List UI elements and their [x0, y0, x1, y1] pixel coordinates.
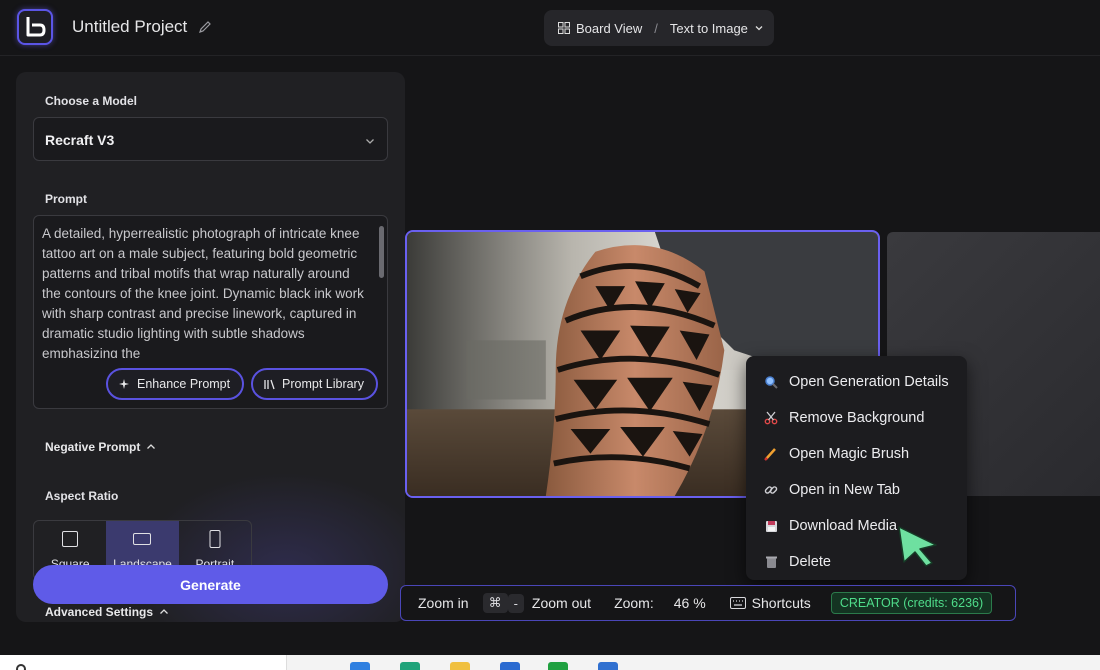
library-icon — [264, 379, 275, 389]
model-select[interactable]: Recraft V3 — [33, 117, 388, 161]
search-icon — [16, 664, 26, 670]
board-grid-icon — [558, 22, 570, 34]
board-view-link[interactable]: Board View — [576, 21, 642, 36]
menu-label: Delete — [789, 554, 831, 570]
canvas-toolbar: Zoom in ⌘ - Zoom out Zoom: 46 % Shortcut… — [400, 585, 1016, 621]
landscape-shape-icon — [133, 533, 152, 545]
enhance-prompt-button[interactable]: Enhance Prompt — [106, 368, 245, 400]
pointer-cursor-icon — [898, 526, 937, 567]
brush-icon — [763, 446, 779, 462]
square-shape-icon — [62, 531, 79, 547]
menu-label: Open Magic Brush — [789, 446, 910, 462]
menu-open-generation-details[interactable]: Open Generation Details — [746, 364, 967, 400]
menu-remove-background[interactable]: Remove Background — [746, 400, 967, 436]
generation-type-dropdown[interactable]: Text to Image — [670, 21, 748, 36]
taskbar-mail-icon[interactable] — [500, 662, 520, 670]
chevron-down-icon — [366, 139, 374, 144]
shortcuts-button[interactable]: Shortcuts — [752, 595, 811, 611]
magnifier-icon — [763, 374, 779, 390]
app-logo[interactable] — [17, 9, 53, 45]
taskbar-app-icon[interactable] — [350, 662, 370, 670]
menu-label: Download Media — [789, 518, 898, 534]
menu-open-magic-brush[interactable]: Open Magic Brush — [746, 436, 967, 472]
minus-key: - — [507, 593, 524, 613]
chevron-up-icon — [147, 444, 156, 449]
taskbar-search[interactable] — [0, 655, 287, 670]
negative-prompt-label: Negative Prompt — [45, 440, 141, 454]
trash-icon — [763, 554, 779, 570]
sparkle-icon — [119, 378, 129, 389]
prompt-text[interactable]: A detailed, hyperrealistic photograph of… — [42, 224, 372, 358]
menu-label: Open in New Tab — [789, 482, 900, 498]
taskbar-folder-icon[interactable] — [450, 662, 470, 670]
negative-prompt-toggle[interactable]: Negative Prompt — [45, 440, 156, 454]
zoom-in-button[interactable]: Zoom in — [418, 595, 469, 611]
advanced-settings-label: Advanced Settings — [45, 605, 154, 619]
prompt-textarea[interactable]: A detailed, hyperrealistic photograph of… — [33, 215, 388, 409]
logo-icon — [26, 17, 46, 37]
taskbar-chat-icon[interactable] — [548, 662, 568, 670]
plan-credits-badge[interactable]: CREATOR (credits: 6236) — [830, 592, 993, 614]
floppy-disk-icon — [763, 518, 779, 534]
prompt-scrollbar[interactable] — [379, 226, 384, 278]
chevron-up-icon — [160, 609, 168, 614]
generation-panel: Choose a Model Recraft V3 Prompt A detai… — [16, 72, 405, 622]
chevron-down-icon — [755, 26, 763, 31]
advanced-settings-toggle[interactable]: Advanced Settings — [45, 605, 169, 619]
menu-label: Remove Background — [789, 410, 925, 426]
prompt-library-label: Prompt Library — [282, 377, 364, 391]
view-switcher[interactable]: Board View / Text to Image — [544, 10, 774, 46]
project-title[interactable]: Untitled Project — [72, 17, 187, 37]
prompt-library-button[interactable]: Prompt Library — [251, 368, 378, 400]
menu-label: Open Generation Details — [789, 374, 949, 390]
breadcrumb-separator: / — [654, 20, 658, 36]
taskbar-browser-icon[interactable] — [400, 662, 420, 670]
model-label: Choose a Model — [45, 94, 138, 108]
generate-button[interactable]: Generate — [33, 565, 388, 604]
scissors-icon — [763, 410, 779, 426]
prompt-label: Prompt — [45, 192, 87, 206]
keyboard-icon — [729, 597, 746, 609]
aspect-ratio-label: Aspect Ratio — [45, 489, 119, 503]
model-value: Recraft V3 — [45, 132, 115, 148]
link-icon — [763, 482, 779, 498]
cmd-key: ⌘ — [482, 593, 508, 613]
zoom-label: Zoom: — [614, 595, 654, 611]
taskbar-store-icon[interactable] — [598, 662, 618, 670]
top-bar: Untitled Project Board View / Text to Im… — [0, 0, 1100, 56]
zoom-value: 46 % — [673, 595, 706, 611]
zoom-out-button[interactable]: Zoom out — [532, 595, 591, 611]
menu-open-in-new-tab[interactable]: Open in New Tab — [746, 472, 967, 508]
portrait-shape-icon — [209, 530, 221, 548]
enhance-prompt-label: Enhance Prompt — [137, 377, 231, 391]
os-taskbar — [0, 655, 1100, 670]
pencil-icon[interactable] — [198, 20, 212, 34]
